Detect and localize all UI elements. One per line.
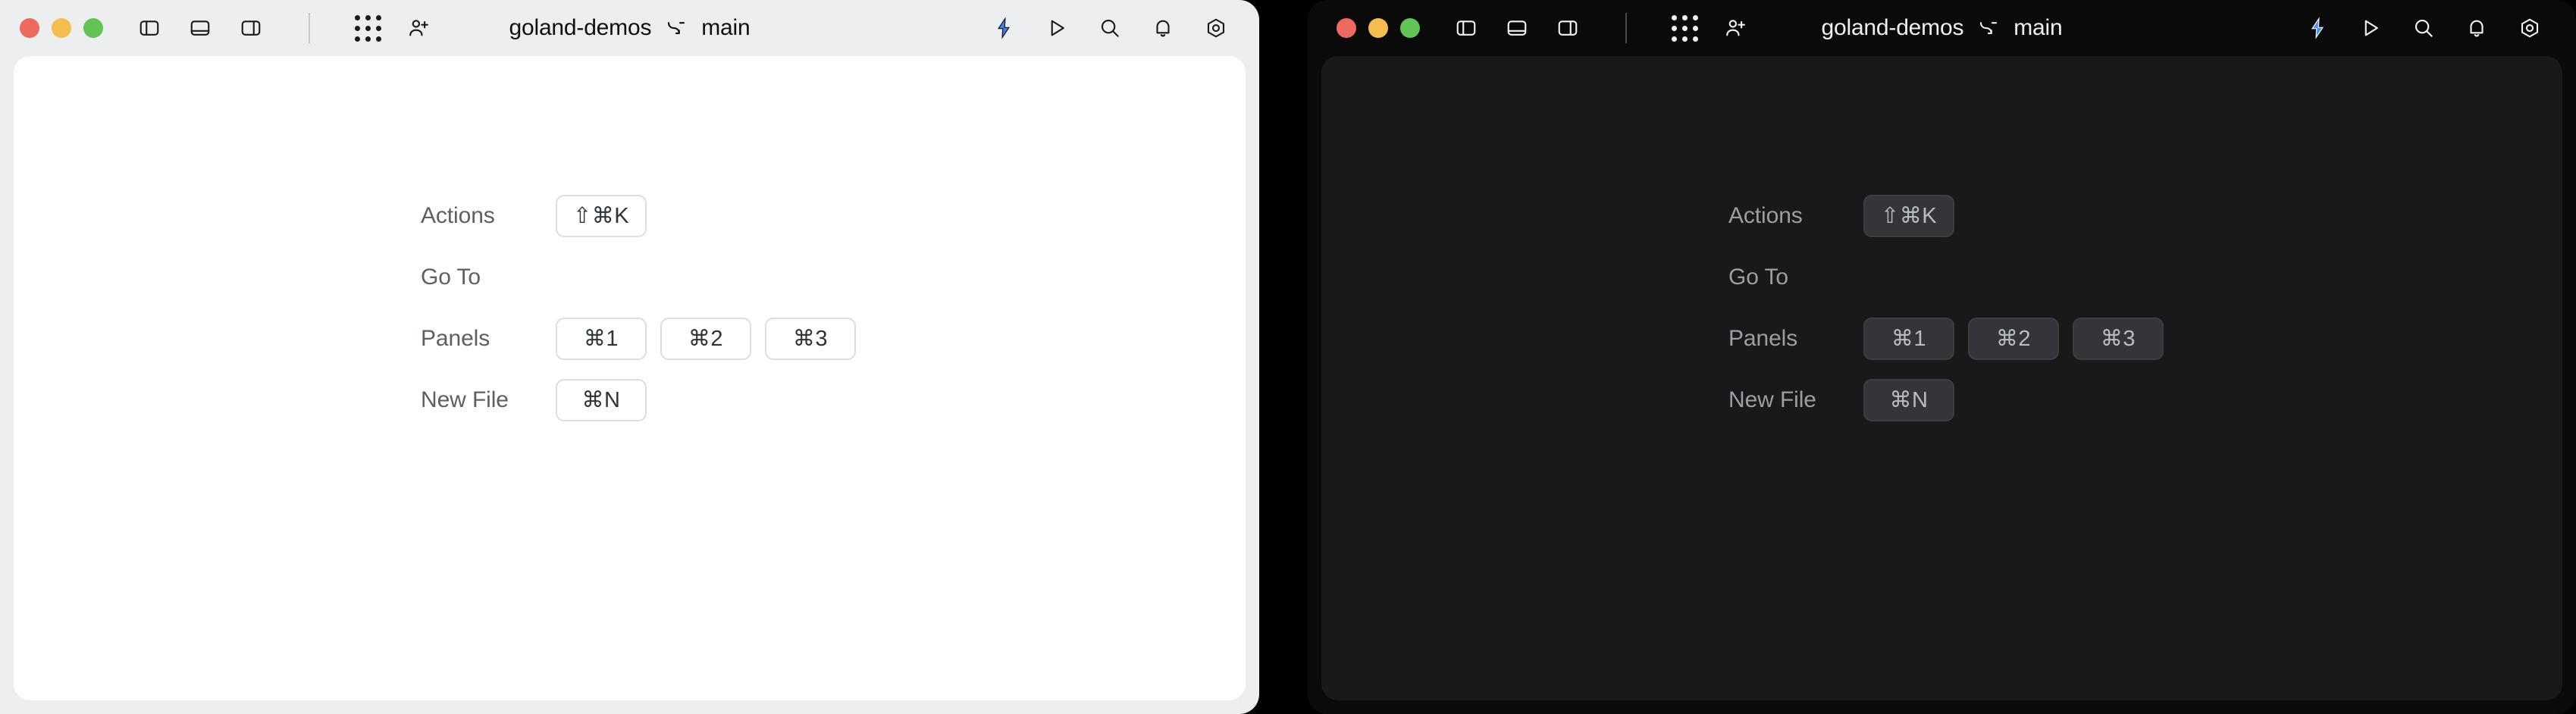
branch-name: main xyxy=(701,15,750,41)
minimize-button[interactable] xyxy=(1368,18,1388,38)
shortcut-label: Actions xyxy=(1728,203,1863,229)
dark-theme-window: goland-demos main xyxy=(1308,0,2576,714)
titlebar-right-group xyxy=(991,15,1259,41)
search-icon[interactable] xyxy=(2411,15,2437,41)
shortcut-label: New File xyxy=(421,387,556,413)
shortcut-row: Panels ⌘1 ⌘2 ⌘3 xyxy=(421,308,856,369)
run-play-icon[interactable] xyxy=(2358,15,2383,41)
lightning-bolt-icon[interactable] xyxy=(991,15,1017,41)
grid-apps-icon[interactable] xyxy=(355,15,381,41)
shortcut-row: New File ⌘N xyxy=(421,369,856,431)
shortcuts-list: Actions ⇧⌘K Go To Panels ⌘1 ⌘2 ⌘3 xyxy=(1728,185,2164,431)
toggle-right-panel-icon[interactable] xyxy=(238,15,264,41)
panel-toggle-group xyxy=(136,13,431,43)
shortcut-row: Go To xyxy=(421,246,856,308)
git-branch-icon xyxy=(1977,17,2000,39)
toggle-left-panel-icon[interactable] xyxy=(1453,15,1479,41)
run-play-icon[interactable] xyxy=(1044,15,1070,41)
shortcut-keys: ⌘1 ⌘2 ⌘3 xyxy=(556,318,856,360)
settings-gear-icon[interactable] xyxy=(1203,15,1229,41)
toggle-bottom-panel-icon[interactable] xyxy=(1504,15,1530,41)
key-badge[interactable]: ⌘N xyxy=(556,379,647,421)
key-badge[interactable]: ⌘2 xyxy=(660,318,751,360)
titlebar-left-group xyxy=(1308,13,1748,43)
branch-name: main xyxy=(2013,15,2062,41)
notifications-bell-icon[interactable] xyxy=(1150,15,1176,41)
minimize-button[interactable] xyxy=(52,18,71,38)
git-branch-icon xyxy=(665,17,688,39)
shortcut-keys: ⌘1 ⌘2 ⌘3 xyxy=(1863,318,2164,360)
shortcut-label: Panels xyxy=(421,326,556,352)
key-badge[interactable]: ⇧⌘K xyxy=(1863,195,1954,237)
titlebar-right-group xyxy=(2305,15,2576,41)
settings-gear-icon[interactable] xyxy=(2517,15,2543,41)
toggle-left-panel-icon[interactable] xyxy=(136,15,162,41)
project-name: goland-demos xyxy=(1822,15,1964,41)
titlebar-divider xyxy=(1625,13,1627,43)
key-badge[interactable]: ⌘2 xyxy=(1968,318,2059,360)
shortcut-row: Panels ⌘1 ⌘2 ⌘3 xyxy=(1728,308,2164,369)
shortcut-label: New File xyxy=(1728,387,1863,413)
light-titlebar: goland-demos main xyxy=(0,0,1259,56)
light-theme-window: goland-demos main xyxy=(0,0,1259,714)
lightning-bolt-icon[interactable] xyxy=(2305,15,2330,41)
titlebar-divider xyxy=(309,13,310,43)
titlebar-left-group xyxy=(0,13,431,43)
key-badge[interactable]: ⌘1 xyxy=(1863,318,1954,360)
key-badge[interactable]: ⌘3 xyxy=(765,318,856,360)
key-badge[interactable]: ⌘N xyxy=(1863,379,1954,421)
search-icon[interactable] xyxy=(1097,15,1123,41)
shortcut-row: Actions ⇧⌘K xyxy=(1728,185,2164,246)
shortcut-keys: ⌘N xyxy=(1863,379,1954,421)
traffic-lights xyxy=(20,18,103,38)
shortcut-label: Panels xyxy=(1728,326,1863,352)
project-name: goland-demos xyxy=(509,15,652,41)
add-person-icon[interactable] xyxy=(1722,15,1748,41)
shortcut-label: Go To xyxy=(1728,265,1863,290)
shortcut-row: New File ⌘N xyxy=(1728,369,2164,431)
panel-toggle-group xyxy=(1453,13,1748,43)
add-person-icon[interactable] xyxy=(406,15,431,41)
key-badge[interactable]: ⌘1 xyxy=(556,318,647,360)
close-button[interactable] xyxy=(1337,18,1356,38)
toggle-bottom-panel-icon[interactable] xyxy=(187,15,213,41)
shortcut-keys: ⇧⌘K xyxy=(556,195,647,237)
shortcut-keys: ⌘N xyxy=(556,379,647,421)
shortcut-keys: ⇧⌘K xyxy=(1863,195,1954,237)
grid-apps-icon[interactable] xyxy=(1672,15,1697,41)
notifications-bell-icon[interactable] xyxy=(2464,15,2490,41)
traffic-lights xyxy=(1337,18,1420,38)
close-button[interactable] xyxy=(20,18,39,38)
toggle-right-panel-icon[interactable] xyxy=(1555,15,1581,41)
maximize-button[interactable] xyxy=(1400,18,1420,38)
shortcut-label: Actions xyxy=(421,203,556,229)
key-badge[interactable]: ⌘3 xyxy=(2073,318,2164,360)
maximize-button[interactable] xyxy=(83,18,103,38)
dark-content-panel: Actions ⇧⌘K Go To Panels ⌘1 ⌘2 ⌘3 xyxy=(1321,56,2562,700)
shortcut-row: Actions ⇧⌘K xyxy=(421,185,856,246)
shortcut-label: Go To xyxy=(421,265,556,290)
desktop-backdrop: goland-demos main xyxy=(0,0,2576,714)
light-content-panel: Actions ⇧⌘K Go To Panels ⌘1 ⌘2 ⌘3 xyxy=(14,56,1246,700)
dark-titlebar: goland-demos main xyxy=(1308,0,2576,56)
shortcut-row: Go To xyxy=(1728,246,2164,308)
shortcuts-list: Actions ⇧⌘K Go To Panels ⌘1 ⌘2 ⌘3 xyxy=(421,185,856,431)
key-badge[interactable]: ⇧⌘K xyxy=(556,195,647,237)
